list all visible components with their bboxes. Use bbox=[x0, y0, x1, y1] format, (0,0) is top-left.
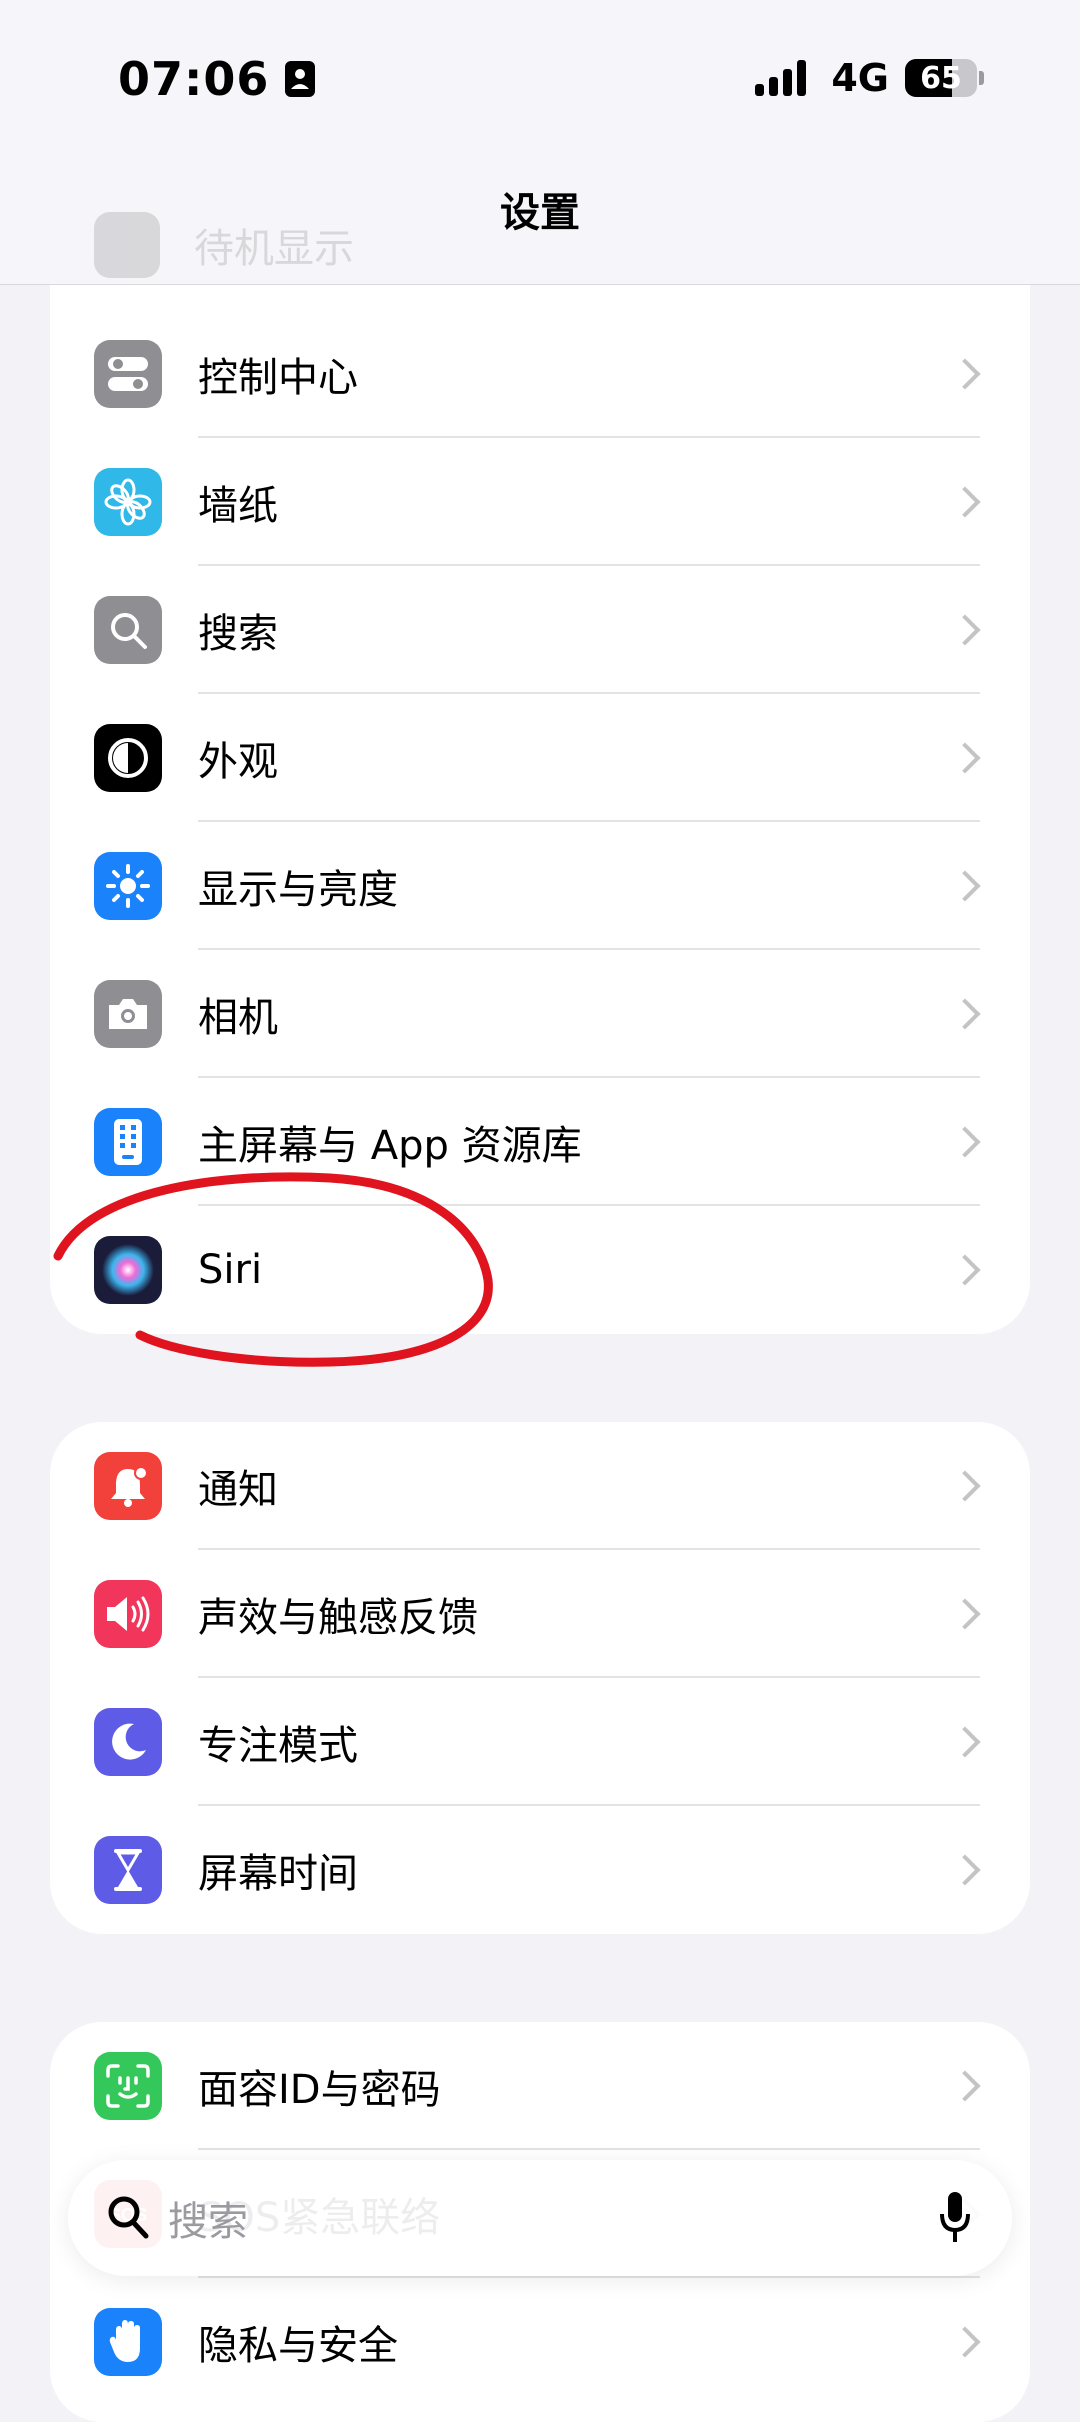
microphone-icon[interactable] bbox=[938, 2190, 972, 2246]
settings-row-label: 显示与亮度 bbox=[198, 867, 398, 913]
settings-row-label: 控制中心 bbox=[198, 355, 358, 401]
settings-row-label: Siri bbox=[198, 1247, 263, 1293]
settings-row-label: 相机 bbox=[198, 995, 278, 1041]
settings-group-1: 控制中心墙纸搜索外观显示与亮度相机主屏幕与 App 资源库 Siri bbox=[50, 180, 1030, 1334]
contact-card-icon bbox=[285, 61, 316, 97]
chevron-right-icon bbox=[949, 1854, 981, 1886]
chevron-right-icon bbox=[949, 1726, 981, 1758]
settings-row-label: 墙纸 bbox=[198, 483, 278, 529]
chevron-right-icon bbox=[949, 614, 981, 646]
time-text: 07:06 bbox=[118, 52, 270, 106]
chevron-right-icon bbox=[949, 1126, 981, 1158]
settings-row-label: 隐私与安全 bbox=[198, 2323, 398, 2369]
status-time: 07:06 bbox=[118, 52, 316, 106]
settings-row-moon[interactable]: 专注模式 bbox=[50, 1678, 1030, 1806]
moon-icon bbox=[94, 1708, 162, 1776]
settings-row-label: 外观 bbox=[198, 739, 278, 785]
chevron-right-icon bbox=[949, 1254, 981, 1286]
settings-row-home-screen[interactable]: 主屏幕与 App 资源库 bbox=[50, 1078, 1030, 1206]
settings-group-2: 通知声效与触感反馈 专注模式屏幕时间 bbox=[50, 1422, 1030, 1934]
settings-row-flower[interactable]: 墙纸 bbox=[50, 438, 1030, 566]
battery-icon: 65 bbox=[905, 59, 977, 97]
settings-row-label: 通知 bbox=[198, 1467, 278, 1513]
hand-icon bbox=[94, 2308, 162, 2376]
chevron-right-icon bbox=[949, 1598, 981, 1630]
settings-row-search[interactable]: 搜索 bbox=[50, 566, 1030, 694]
chevron-right-icon bbox=[949, 998, 981, 1030]
siri-icon bbox=[94, 1236, 162, 1304]
settings-row-label: 主屏幕与 App 资源库 bbox=[198, 1123, 582, 1169]
faceid-icon bbox=[94, 2052, 162, 2120]
sun-icon bbox=[94, 852, 162, 920]
network-type: 4G bbox=[831, 56, 889, 100]
settings-row-label: 专注模式 bbox=[198, 1723, 358, 1769]
chevron-right-icon bbox=[949, 870, 981, 902]
page-title: 设置 bbox=[500, 190, 580, 236]
home-screen-icon bbox=[94, 1108, 162, 1176]
status-right: 4G 65 bbox=[755, 56, 984, 100]
settings-row-label: 面容ID与密码 bbox=[198, 2067, 441, 2113]
top-bar: 待机显示 07:06 4G 65 设置 bbox=[0, 0, 1080, 285]
chevron-right-icon bbox=[949, 486, 981, 518]
battery-level: 65 bbox=[920, 60, 962, 96]
chevron-right-icon bbox=[949, 358, 981, 390]
camera-icon bbox=[94, 980, 162, 1048]
settings-row-toggles[interactable]: 控制中心 bbox=[50, 310, 1030, 438]
hourglass-icon bbox=[94, 1836, 162, 1904]
toggles-icon bbox=[94, 340, 162, 408]
settings-row-hourglass[interactable]: 屏幕时间 bbox=[50, 1806, 1030, 1934]
appearance-icon bbox=[94, 724, 162, 792]
chevron-right-icon bbox=[949, 742, 981, 774]
settings-row-speaker[interactable]: 声效与触感反馈 bbox=[50, 1550, 1030, 1678]
signal-icon bbox=[755, 60, 811, 96]
chevron-right-icon bbox=[949, 2070, 981, 2102]
settings-row-sun[interactable]: 显示与亮度 bbox=[50, 822, 1030, 950]
speaker-icon bbox=[94, 1580, 162, 1648]
settings-row-label: 声效与触感反馈 bbox=[198, 1595, 478, 1641]
chevron-right-icon bbox=[949, 2326, 981, 2358]
search-placeholder: 搜索 bbox=[168, 2199, 248, 2245]
settings-row-label: 搜索 bbox=[198, 611, 278, 657]
bell-icon bbox=[94, 1452, 162, 1520]
settings-row-siri[interactable]: Siri bbox=[50, 1206, 1030, 1334]
chevron-right-icon bbox=[949, 1470, 981, 1502]
settings-row-label: 屏幕时间 bbox=[198, 1851, 358, 1897]
settings-row-appearance[interactable]: 外观 bbox=[50, 694, 1030, 822]
settings-row-camera[interactable]: 相机 bbox=[50, 950, 1030, 1078]
search-icon bbox=[108, 2196, 149, 2239]
settings-row-bell[interactable]: 通知 bbox=[50, 1422, 1030, 1550]
settings-row-hand[interactable]: 隐私与安全 bbox=[50, 2278, 1030, 2406]
flower-icon bbox=[94, 468, 162, 536]
settings-row-faceid[interactable]: 面容ID与密码 bbox=[50, 2022, 1030, 2150]
search-bar[interactable]: 搜索 bbox=[68, 2160, 1012, 2276]
search-icon bbox=[94, 596, 162, 664]
battery-cap bbox=[979, 71, 984, 85]
